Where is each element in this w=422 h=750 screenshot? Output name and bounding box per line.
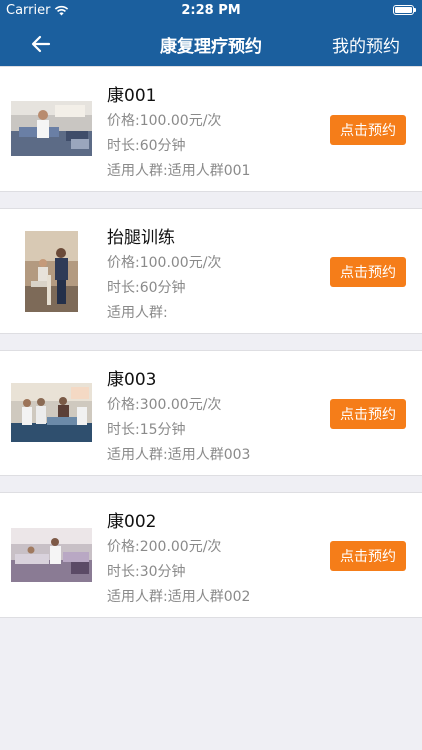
battery-icon (393, 5, 416, 15)
list-item: 康001 价格:100.00元/次 时长:60分钟 适用人群:适用人群001 点… (0, 66, 422, 192)
service-duration: 时长:60分钟 (107, 280, 186, 296)
service-thumbnail (11, 528, 92, 582)
nav-bar: 康复理疗预约 我的预约 (0, 22, 422, 66)
status-time: 2:28 PM (181, 3, 241, 18)
service-price: 价格:100.00元/次 (107, 255, 222, 271)
book-button[interactable]: 点击预约 (330, 541, 406, 571)
book-button[interactable]: 点击预约 (330, 115, 406, 145)
service-price: 价格:100.00元/次 (107, 113, 222, 129)
my-bookings-link[interactable]: 我的预约 (332, 32, 400, 57)
service-name: 康003 (107, 370, 157, 390)
service-thumbnail (11, 383, 92, 442)
service-name: 康001 (107, 86, 157, 106)
service-price: 价格:200.00元/次 (107, 539, 222, 555)
service-thumbnail (11, 101, 92, 156)
list-item: 抬腿训练 价格:100.00元/次 时长:60分钟 适用人群: 点击预约 (0, 208, 422, 334)
service-name: 康002 (107, 512, 157, 532)
service-duration: 时长:15分钟 (107, 422, 186, 438)
service-audience: 适用人群: (107, 305, 168, 321)
list-item: 康003 价格:300.00元/次 时长:15分钟 适用人群:适用人群003 点… (0, 350, 422, 476)
service-price: 价格:300.00元/次 (107, 397, 222, 413)
service-duration: 时长:30分钟 (107, 564, 186, 580)
header: Carrier 2:28 PM 康复理疗预约 我的预约 (0, 0, 422, 66)
service-name: 抬腿训练 (107, 228, 175, 248)
service-audience: 适用人群:适用人群002 (107, 589, 251, 605)
service-thumbnail (25, 231, 78, 312)
status-bar: Carrier 2:28 PM (0, 0, 422, 22)
service-duration: 时长:60分钟 (107, 138, 186, 154)
list-item: 康002 价格:200.00元/次 时长:30分钟 适用人群:适用人群002 点… (0, 492, 422, 618)
book-button[interactable]: 点击预约 (330, 257, 406, 287)
book-button[interactable]: 点击预约 (330, 399, 406, 429)
service-audience: 适用人群:适用人群003 (107, 447, 251, 463)
service-audience: 适用人群:适用人群001 (107, 163, 251, 179)
